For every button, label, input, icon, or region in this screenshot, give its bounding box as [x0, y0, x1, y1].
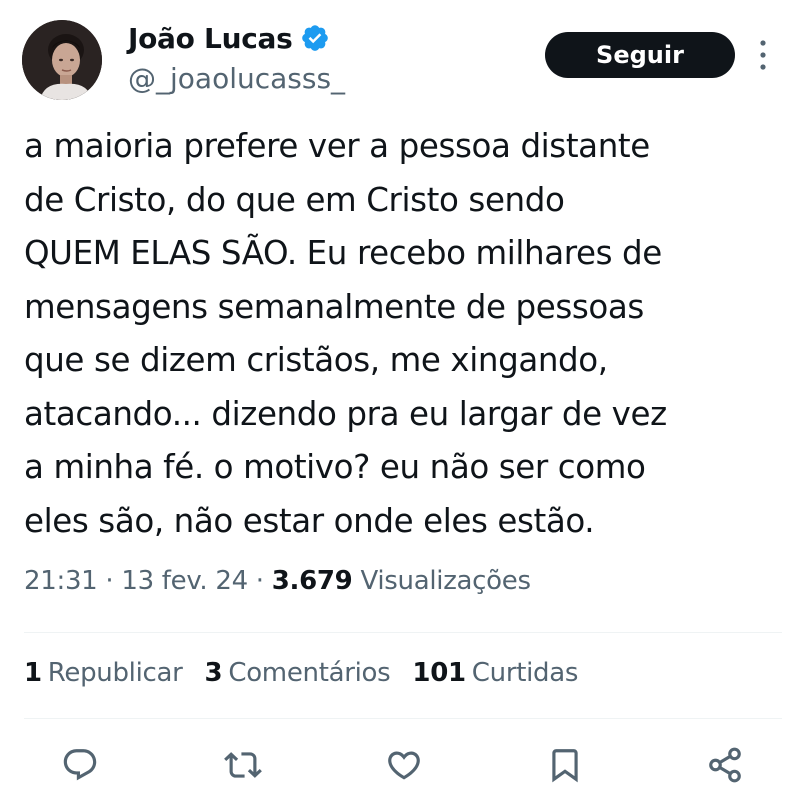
verified-badge-icon: [300, 23, 330, 53]
reply-button[interactable]: [55, 740, 105, 790]
stat-label: Comentários: [228, 658, 391, 688]
stat-label: Curtidas: [471, 658, 579, 688]
tweet-page: João Lucas @_joaolucasss_ Seguir a maior…: [0, 0, 805, 800]
repost-icon: [224, 752, 262, 778]
share-button[interactable]: [700, 740, 750, 790]
stat-label: Republicar: [47, 658, 183, 688]
stat-count: 101: [412, 658, 466, 688]
divider: [24, 632, 782, 633]
tweet-date[interactable]: 13 fev. 24: [121, 566, 248, 596]
share-icon: [709, 747, 741, 783]
tweet-time[interactable]: 21:31: [24, 566, 98, 596]
display-name[interactable]: João Lucas: [128, 22, 293, 55]
action-bar: [0, 740, 805, 790]
repost-button[interactable]: [218, 740, 268, 790]
reply-icon: [63, 749, 97, 781]
engagement-stats: 1 Republicar 3 Comentários 101 Curtidas: [24, 658, 600, 688]
stat-likes[interactable]: 101 Curtidas: [412, 658, 578, 688]
views-label: Visualizações: [352, 566, 531, 596]
like-icon: [388, 751, 420, 780]
tweet-text: a maioria prefere ver a pessoa distante …: [24, 127, 667, 540]
views-count: 3.679: [271, 566, 353, 596]
divider: [24, 718, 782, 719]
stat-comments[interactable]: 3 Comentários: [205, 658, 391, 688]
follow-button[interactable]: Seguir: [545, 32, 735, 78]
stat-count: 3: [204, 658, 223, 688]
like-button[interactable]: [379, 740, 429, 790]
name-row: João Lucas: [128, 18, 330, 58]
bookmark-button[interactable]: [540, 740, 590, 790]
more-vertical-icon[interactable]: [756, 38, 770, 72]
bookmark-icon: [552, 749, 578, 783]
user-handle[interactable]: @_joaolucasss_: [128, 62, 345, 95]
meta-separator: ·: [247, 566, 272, 596]
stat-reposts[interactable]: 1 Republicar: [24, 658, 183, 688]
avatar-photo: [22, 20, 102, 100]
tweet-meta: 21:31 · 13 fev. 24 · 3.679 Visualizações: [24, 566, 531, 596]
tweet-header: João Lucas @_joaolucasss_ Seguir: [0, 0, 805, 110]
meta-separator: ·: [97, 566, 122, 596]
avatar[interactable]: [22, 20, 102, 100]
stat-count: 1: [24, 658, 42, 688]
